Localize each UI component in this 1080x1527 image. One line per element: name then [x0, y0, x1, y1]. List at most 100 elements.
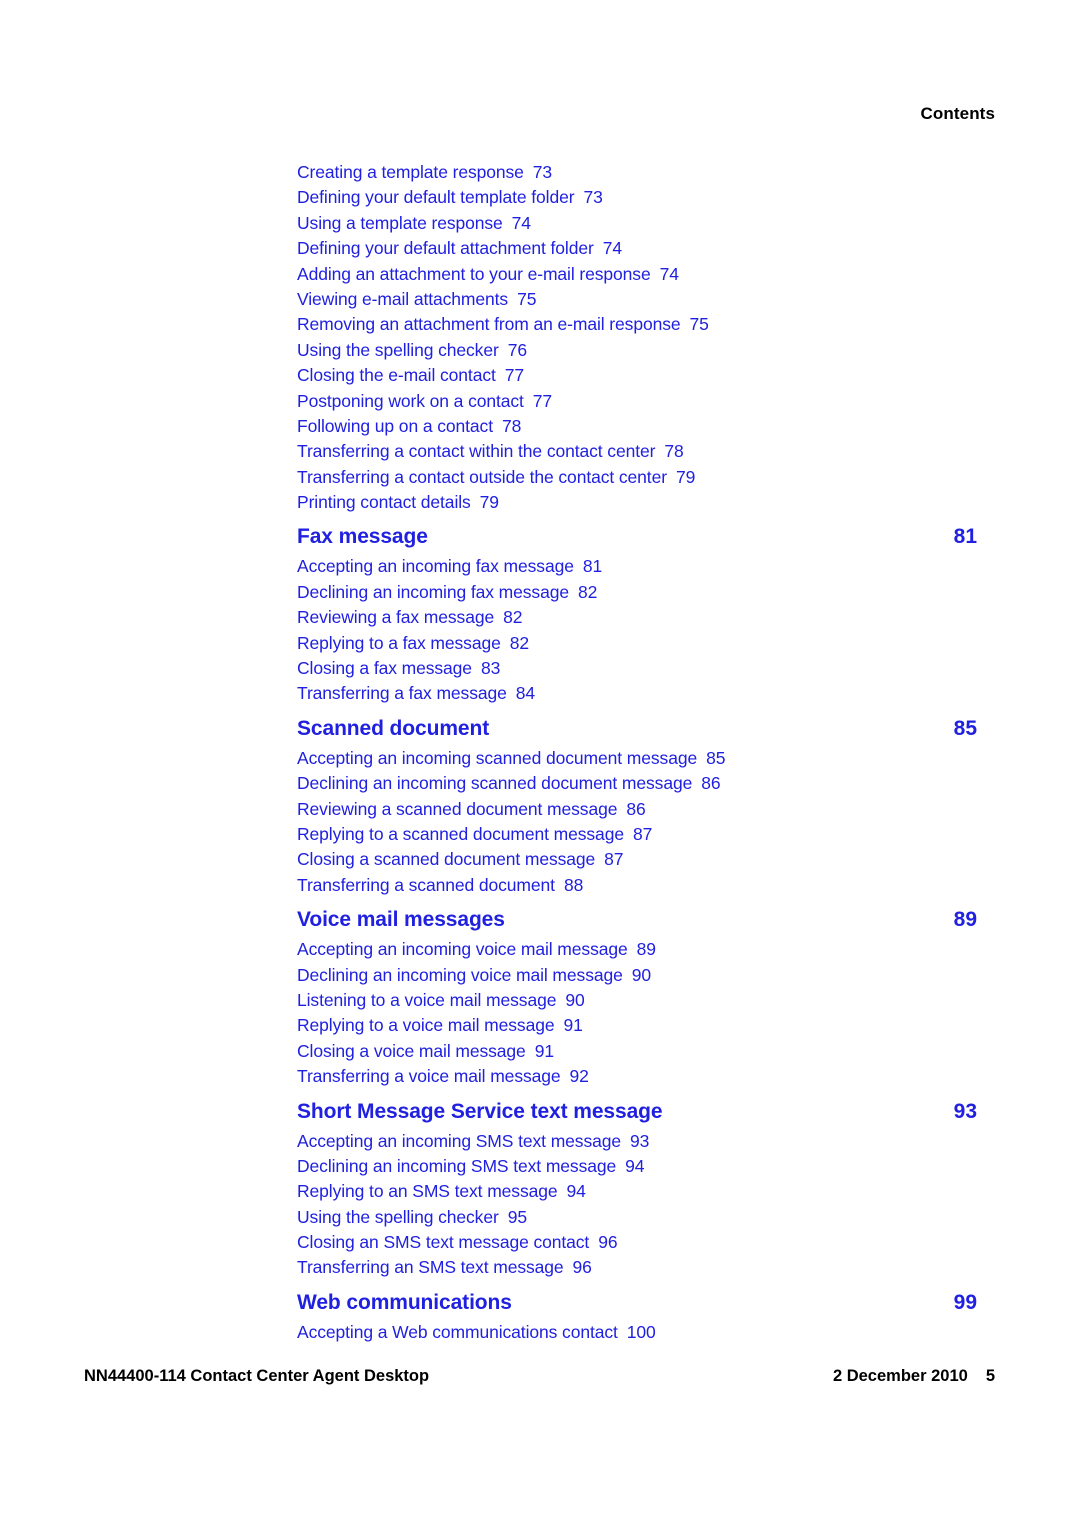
toc-entry-link[interactable]: Declining an incoming SMS text message 94 [297, 1156, 645, 1176]
toc-entry-link[interactable]: Declining an incoming scanned document m… [297, 773, 721, 794]
toc-entry-title: Transferring a contact within the contac… [297, 441, 656, 462]
toc-entry-link[interactable]: Defining your default template folder 73 [297, 187, 603, 207]
toc-entry-row[interactable]: Closing the e-mail contact 77 [297, 363, 977, 388]
toc-section-row[interactable]: Web communications 99 [297, 1281, 977, 1320]
toc-entry-row[interactable]: Transferring a contact outside the conta… [297, 465, 977, 490]
toc-entry-link[interactable]: Creating a template response 73 [297, 162, 552, 182]
toc-entry-title: Declining an incoming scanned document m… [297, 773, 693, 794]
toc-entry-title: Replying to a scanned document message [297, 823, 624, 844]
toc-section-row[interactable]: Short Message Service text message 93 [297, 1090, 977, 1129]
toc-entry-row[interactable]: Reviewing a fax message 82 [297, 605, 977, 630]
toc-section-row[interactable]: Fax message 81 [297, 515, 977, 554]
toc-entry-row[interactable]: Removing an attachment from an e-mail re… [297, 312, 977, 337]
toc-entry-row[interactable]: Listening to a voice mail message 90 [297, 988, 977, 1013]
toc-entry-row[interactable]: Viewing e-mail attachments 75 [297, 287, 977, 312]
toc-entry-link[interactable]: Accepting an incoming SMS text message 93 [297, 1131, 649, 1151]
toc-entry-row[interactable]: Following up on a contact 78 [297, 414, 977, 439]
toc-entry-row[interactable]: Transferring a fax message 84 [297, 681, 977, 706]
toc-entry-link[interactable]: Accepting a Web communications contact 10… [297, 1322, 656, 1342]
toc-entry-row[interactable]: Transferring a contact within the contac… [297, 439, 977, 464]
toc-entry-link[interactable]: Closing the e-mail contact 77 [297, 365, 524, 385]
toc-entry-row[interactable]: Using the spelling checker 76 [297, 338, 977, 363]
toc-entry-link[interactable]: Closing a scanned document message 87 [297, 849, 624, 870]
toc-entry-row[interactable]: Declining an incoming voice mail message… [297, 963, 977, 988]
toc-section-row[interactable]: Voice mail messages 89 [297, 898, 977, 937]
toc-entry-row[interactable]: Accepting an incoming SMS text message 93 [297, 1129, 977, 1154]
toc-entry-row[interactable]: Defining your default attachment folder 7… [297, 236, 977, 261]
toc-entry-link[interactable]: Transferring a contact outside the conta… [297, 467, 695, 487]
toc-entry-row[interactable]: Replying to a fax message 82 [297, 631, 977, 656]
toc-entry-link[interactable]: Transferring a contact within the contac… [297, 441, 684, 461]
toc-entry-link[interactable]: Replying to a voice mail message 91 [297, 1015, 583, 1035]
toc-entry-row[interactable]: Replying to an SMS text message 94 [297, 1179, 977, 1204]
toc-entry-link[interactable]: Replying to a fax message 82 [297, 633, 529, 653]
toc-entry-link[interactable]: Accepting an incoming voice mail message… [297, 939, 656, 959]
toc-entry-page-number: 100 [626, 1321, 656, 1342]
toc-entry-row[interactable]: Reviewing a scanned document message 86 [297, 797, 977, 822]
toc-entry-row[interactable]: Closing an SMS text message contact 96 [297, 1230, 977, 1255]
toc-entry-row[interactable]: Closing a voice mail message 91 [297, 1039, 977, 1064]
toc-entry-link[interactable]: Following up on a contact 78 [297, 416, 521, 436]
toc-entry-link[interactable]: Using the spelling checker 95 [297, 1207, 527, 1227]
toc-entry-page-number: 88 [563, 874, 584, 895]
toc-entry-title: Defining your default attachment folder [297, 238, 594, 259]
toc-entry-link[interactable]: Postponing work on a contact 77 [297, 391, 552, 411]
toc-entry-row[interactable]: Accepting an incoming voice mail message… [297, 937, 977, 962]
toc-entry-link[interactable]: Removing an attachment from an e-mail re… [297, 314, 709, 334]
toc-entry-row[interactable]: Transferring a voice mail message 92 [297, 1064, 977, 1089]
toc-entry-link[interactable]: Declining an incoming voice mail message… [297, 965, 651, 985]
toc-entry-row[interactable]: Declining an incoming SMS text message 94 [297, 1154, 977, 1179]
toc-entry-title: Postponing work on a contact [297, 390, 524, 411]
toc-entry-link[interactable]: Defining your default attachment folder 7… [297, 238, 622, 258]
toc-entry-page-number: 89 [636, 939, 656, 960]
toc-entry-row[interactable]: Accepting an incoming fax message 81 [297, 554, 977, 579]
toc-section-title: Short Message Service text message [297, 1099, 663, 1123]
toc-entry-page-number: 87 [604, 849, 624, 870]
toc-entry-link[interactable]: Accepting an incoming fax message 81 [297, 556, 602, 576]
toc-entry-link[interactable]: Reviewing a scanned document message 86 [297, 799, 646, 819]
toc-entry-link[interactable]: Transferring an SMS text message 96 [297, 1257, 592, 1277]
toc-entry-row[interactable]: Using a template response 74 [297, 211, 977, 236]
toc-entry-row[interactable]: Replying to a scanned document message 87 [297, 822, 977, 847]
toc-entry-link[interactable]: Printing contact details 79 [297, 492, 499, 512]
toc-entry-link[interactable]: Closing an SMS text message contact 96 [297, 1232, 618, 1252]
toc-entry-link[interactable]: Closing a fax message 83 [297, 658, 500, 678]
toc-entry-link[interactable]: Reviewing a fax message 82 [297, 607, 522, 627]
toc-entry-row[interactable]: Closing a scanned document message 87 [297, 847, 977, 872]
toc-entry-row[interactable]: Transferring a scanned document 88 [297, 873, 977, 898]
toc-entry-page-number: 79 [675, 466, 696, 487]
toc-entry-row[interactable]: Using the spelling checker 95 [297, 1205, 977, 1230]
toc-entry-link[interactable]: Transferring a scanned document 88 [297, 875, 583, 895]
toc-entry-row[interactable]: Creating a template response 73 [297, 160, 977, 185]
toc-entry-row[interactable]: Defining your default template folder 73 [297, 185, 977, 210]
toc-entry-link[interactable]: Accepting an incoming scanned document m… [297, 748, 725, 768]
toc-entry-row[interactable]: Accepting an incoming scanned document m… [297, 746, 977, 771]
toc-entry-link[interactable]: Transferring a voice mail message 92 [297, 1066, 589, 1086]
toc-entry-row[interactable]: Declining an incoming fax message 82 [297, 580, 977, 605]
toc-entry-row[interactable]: Declining an incoming scanned document m… [297, 771, 977, 796]
toc-entry-title: Replying to a fax message [297, 632, 501, 653]
toc-entry-row[interactable]: Adding an attachment to your e-mail resp… [297, 262, 977, 287]
toc-entry-row[interactable]: Printing contact details 79 [297, 490, 977, 515]
running-header: Contents [920, 104, 995, 123]
toc-entry-title: Closing the e-mail contact [297, 365, 496, 386]
toc-entry-link[interactable]: Replying to an SMS text message 94 [297, 1181, 586, 1201]
toc-entry-link[interactable]: Using a template response 74 [297, 213, 531, 233]
toc-entry-link[interactable]: Transferring a fax message 84 [297, 683, 535, 703]
toc-entry-link[interactable]: Closing a voice mail message 91 [297, 1041, 554, 1061]
toc-entry-link[interactable]: Viewing e-mail attachments 75 [297, 289, 536, 309]
toc-entry-link[interactable]: Declining an incoming fax message 82 [297, 582, 597, 602]
toc-entry-link[interactable]: Using the spelling checker 76 [297, 340, 527, 360]
toc-entry-link[interactable]: Listening to a voice mail message 90 [297, 990, 585, 1010]
toc-entry-title: Accepting an incoming fax message [297, 556, 574, 577]
toc-entry-row[interactable]: Transferring an SMS text message 96 [297, 1255, 977, 1280]
toc-entry-title: Reviewing a fax message [297, 607, 495, 628]
toc-entry-link[interactable]: Replying to a scanned document message 87 [297, 824, 652, 844]
toc-entry-row[interactable]: Postponing work on a contact 77 [297, 389, 977, 414]
toc-entry-row[interactable]: Replying to a voice mail message 91 [297, 1013, 977, 1038]
toc-section-row[interactable]: Scanned document 85 [297, 707, 977, 746]
toc-entry-link[interactable]: Adding an attachment to your e-mail resp… [297, 264, 679, 284]
toc-entry-row[interactable]: Accepting a Web communications contact 10… [297, 1320, 977, 1345]
toc-entry-page-number: 76 [507, 339, 527, 360]
toc-entry-row[interactable]: Closing a fax message 83 [297, 656, 977, 681]
